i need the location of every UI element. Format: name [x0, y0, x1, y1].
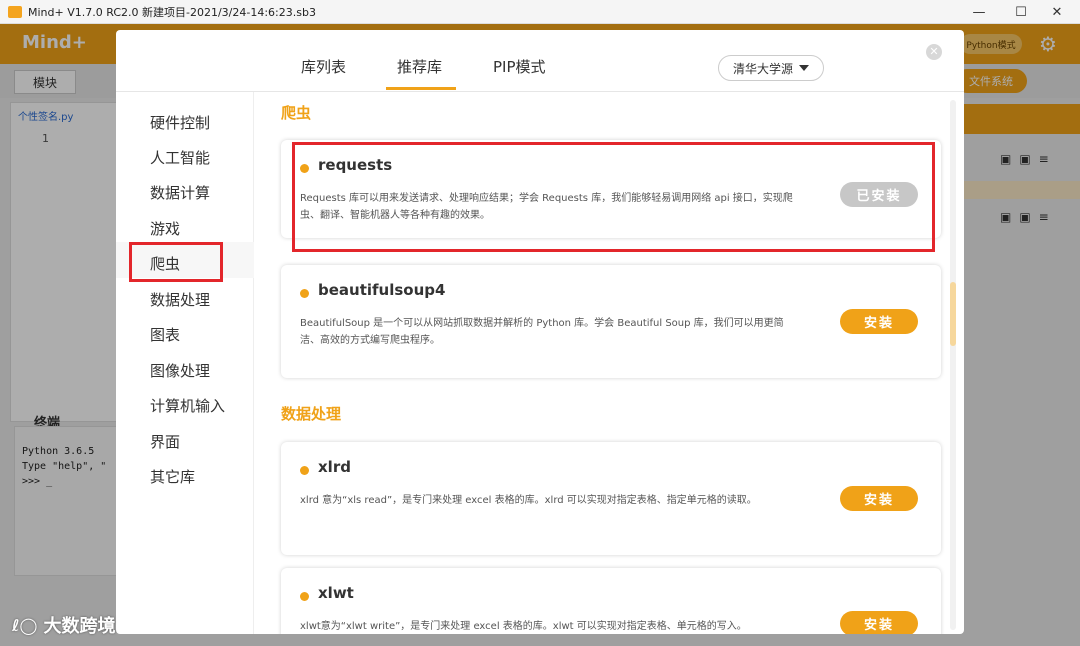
window-close-button[interactable]: ✕ [1040, 0, 1074, 24]
sidebar-item-hardware[interactable]: 硬件控制 [150, 112, 210, 133]
library-name: beautifulsoup4 [318, 281, 446, 299]
maximize-button[interactable]: ☐ [1004, 0, 1038, 24]
library-card-xlwt: xlwt xlwt意为“xlwt write”，是专门来处理 excel 表格的… [281, 568, 941, 634]
tab-library-list[interactable]: 库列表 [301, 56, 346, 77]
bullet-dot [300, 466, 309, 475]
scrollbar-thumb[interactable] [950, 282, 956, 346]
watermark: ℓ◯ 大数跨境 [12, 612, 115, 638]
library-name: xlrd [318, 458, 351, 476]
watermark-text: 大数跨境 [43, 616, 116, 637]
sidebar-item-image-processing[interactable]: 图像处理 [150, 360, 210, 381]
library-name: xlwt [318, 584, 354, 602]
sidebar-item-charts[interactable]: 图表 [150, 324, 180, 345]
close-icon[interactable]: ✕ [926, 44, 942, 60]
chevron-down-icon [799, 65, 809, 71]
section-title-data-processing: 数据处理 [281, 405, 342, 423]
sidebar-item-computation[interactable]: 数据计算 [150, 182, 210, 203]
window-title: Mind+ V1.7.0 RC2.0 新建项目-2021/3/24-14:6:2… [28, 5, 316, 19]
tab-pip-mode[interactable]: PIP模式 [493, 56, 546, 77]
source-select-label: 清华大学源 [732, 61, 793, 76]
sidebar-item-ai[interactable]: 人工智能 [150, 147, 210, 168]
install-button[interactable]: 安装 [840, 611, 918, 634]
minimize-button[interactable]: — [962, 0, 996, 24]
sidebar-item-others[interactable]: 其它库 [150, 466, 195, 487]
library-description: xlwt意为“xlwt write”，是专门来处理 excel 表格的库。xlw… [300, 621, 747, 632]
requests-highlight-box [292, 142, 935, 252]
install-button[interactable]: 安装 [840, 309, 918, 334]
window-titlebar: Mind+ V1.7.0 RC2.0 新建项目-2021/3/24-14:6:2… [0, 0, 1080, 24]
library-card-xlrd: xlrd xlrd 意为“xls read”，是专门来处理 excel 表格的库… [281, 442, 941, 555]
scrollbar-track[interactable] [950, 100, 956, 630]
watermark-logo: ℓ◯ [12, 615, 38, 635]
sidebar-item-games[interactable]: 游戏 [150, 218, 180, 239]
install-button[interactable]: 安装 [840, 486, 918, 511]
sidebar-item-data-processing[interactable]: 数据处理 [150, 289, 210, 310]
app-icon [8, 5, 22, 18]
sidebar-item-ui[interactable]: 界面 [150, 431, 180, 452]
library-description: BeautifulSoup 是一个可以从网站抓取数据并解析的 Python 库。… [300, 318, 784, 346]
section-title-crawler: 爬虫 [281, 104, 312, 122]
bullet-dot [300, 592, 309, 601]
bullet-dot [300, 289, 309, 298]
sidebar-item-computer-input[interactable]: 计算机输入 [150, 395, 225, 416]
dialog-tabs: 库列表 推荐库 PIP模式 清华大学源 [116, 30, 964, 92]
active-tab-indicator [386, 87, 456, 90]
source-select[interactable]: 清华大学源 [718, 55, 824, 81]
library-card-beautifulsoup4: beautifulsoup4 BeautifulSoup 是一个可以从网站抓取数… [281, 265, 941, 378]
sidebar-highlight-box [129, 242, 223, 282]
library-manager-dialog: 库列表 推荐库 PIP模式 清华大学源 ✕ 硬件控制 人工智能 数据计算 游戏 … [116, 30, 964, 634]
library-description: xlrd 意为“xls read”，是专门来处理 excel 表格的库。xlrd… [300, 495, 757, 506]
category-sidebar: 硬件控制 人工智能 数据计算 游戏 爬虫 数据处理 图表 图像处理 计算机输入 … [116, 92, 254, 634]
tab-recommended[interactable]: 推荐库 [397, 56, 442, 77]
